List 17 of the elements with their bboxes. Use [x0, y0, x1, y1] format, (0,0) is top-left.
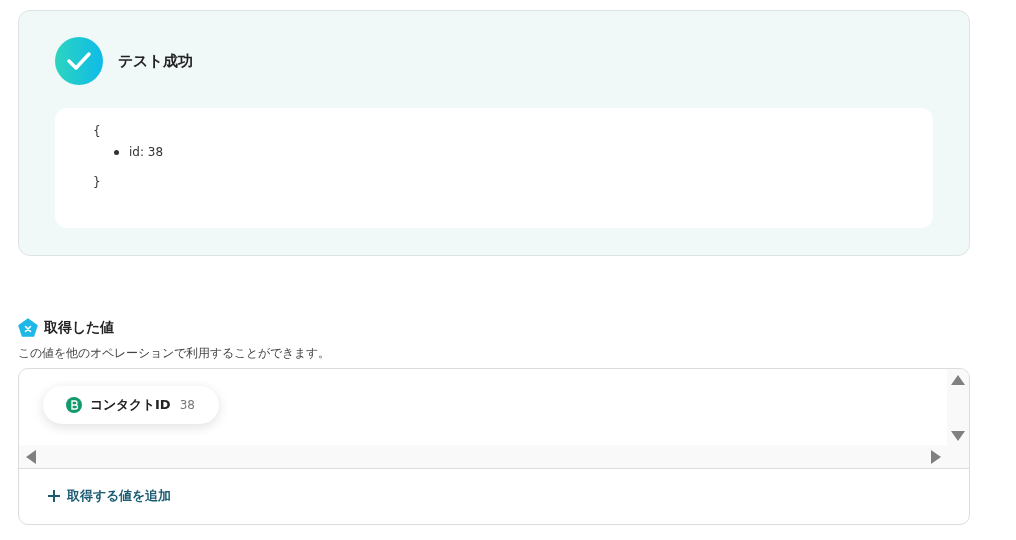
json-brace: }: [93, 175, 101, 191]
json-brace: {: [93, 124, 101, 140]
scroll-right-icon[interactable]: [931, 449, 941, 464]
scroll-up-icon[interactable]: [951, 375, 965, 385]
json-field: id: 38: [129, 145, 164, 159]
section-description: この値を他のオペレーションで利用することができます。: [18, 345, 331, 362]
variable-icon: [18, 318, 38, 338]
check-icon: [55, 37, 103, 85]
add-value-button[interactable]: 取得する値を追加: [19, 469, 199, 524]
result-title: テスト成功: [118, 51, 193, 71]
app-logo-icon: [66, 397, 82, 413]
value-chip[interactable]: コンタクトID 38: [43, 386, 219, 424]
plus-icon: [47, 489, 61, 503]
section-title: 取得した値: [44, 319, 114, 337]
scroll-left-icon[interactable]: [26, 449, 36, 464]
bullet-icon: [114, 149, 119, 155]
scroll-down-icon[interactable]: [951, 431, 965, 441]
